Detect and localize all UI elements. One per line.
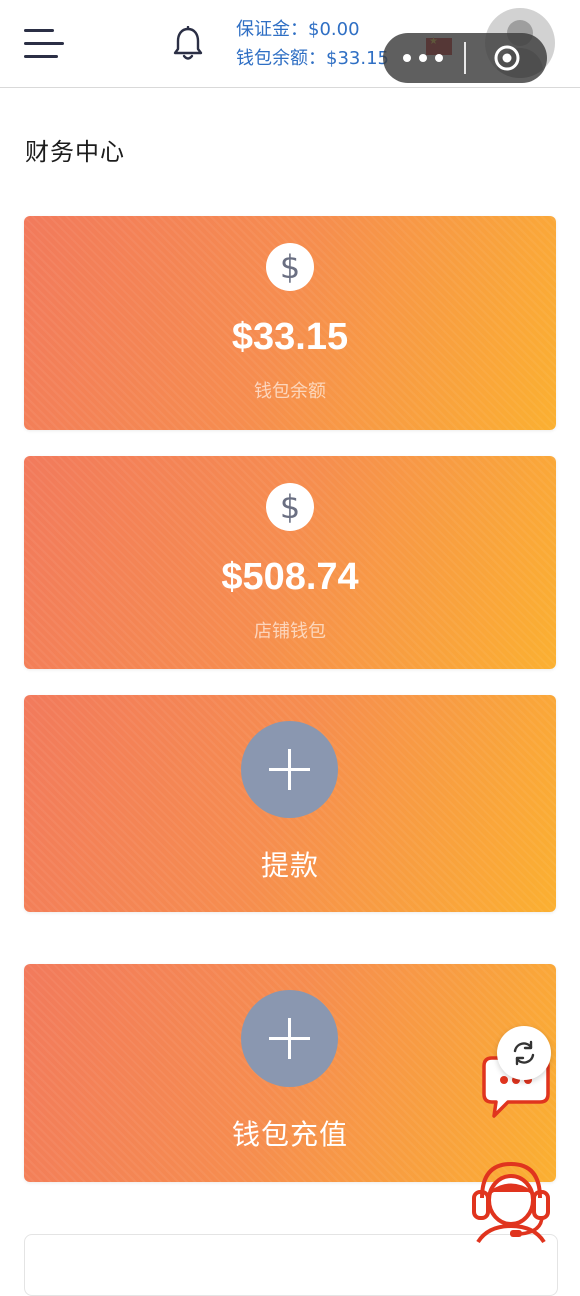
more-icon[interactable] (403, 48, 447, 68)
store-wallet-card[interactable]: $ $508.74 店铺钱包 (24, 456, 556, 669)
deposit-balance: 保证金：$0.00 (236, 19, 360, 40)
headset-icon[interactable] (468, 1152, 554, 1244)
mini-program-capsule (383, 33, 547, 83)
menu-icon[interactable] (24, 27, 64, 61)
recharge-label: 钱包充值 (231, 1118, 348, 1151)
page-title: 财务中心 (25, 138, 125, 166)
bell-icon[interactable] (172, 26, 204, 62)
wallet-balance: 钱包余额：$33.15 (236, 48, 389, 69)
wallet-balance-label: 钱包余额 (254, 381, 326, 402)
withdraw-label: 提款 (260, 849, 319, 882)
balance-summary: 保证金：$0.00 钱包余额：$33.15 (236, 15, 389, 73)
dollar-icon: $ (266, 483, 314, 531)
target-icon[interactable] (493, 44, 521, 72)
capsule-divider (464, 42, 466, 74)
refresh-button[interactable] (497, 1026, 551, 1080)
withdraw-plus-button[interactable] (241, 721, 338, 818)
wallet-balance-amount: $33.15 (231, 316, 349, 358)
refresh-icon (513, 1040, 535, 1066)
withdraw-card[interactable]: 提款 (24, 695, 556, 912)
recharge-plus-button[interactable] (241, 990, 338, 1087)
store-wallet-amount: $508.74 (221, 556, 359, 598)
wallet-balance-card[interactable]: $ $33.15 钱包余额 (24, 216, 556, 430)
top-header: 保证金：$0.00 钱包余额：$33.15 (0, 0, 580, 88)
dollar-icon: $ (266, 243, 314, 291)
recharge-card[interactable]: 钱包充值 (24, 964, 556, 1182)
store-wallet-label: 店铺钱包 (254, 621, 326, 642)
